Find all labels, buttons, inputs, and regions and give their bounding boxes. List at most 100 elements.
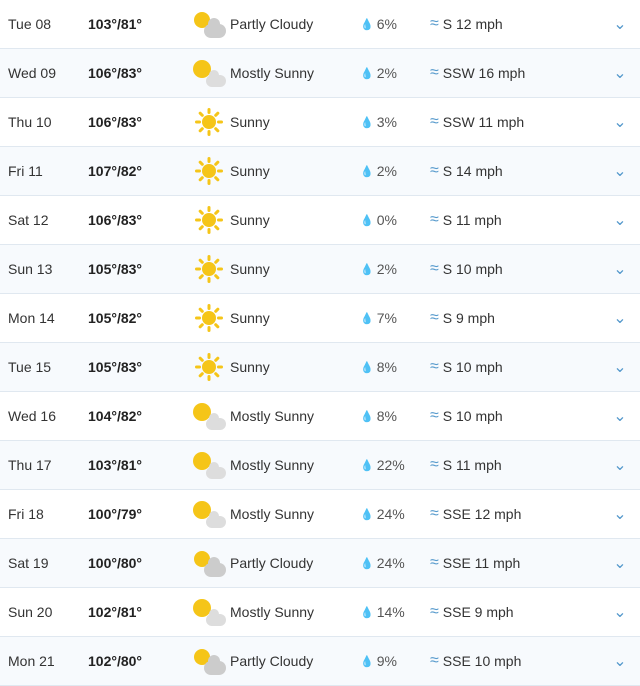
expand-chevron[interactable]: ⌄ bbox=[608, 406, 632, 426]
temperature: 105°/83° bbox=[88, 359, 188, 375]
condition-label: Sunny bbox=[230, 261, 360, 277]
weather-icon bbox=[188, 353, 230, 381]
wind-info: ≈S 10 mph bbox=[430, 407, 608, 425]
temperature: 100°/80° bbox=[88, 555, 188, 571]
expand-chevron[interactable]: ⌄ bbox=[608, 651, 632, 671]
weather-icon bbox=[188, 10, 230, 38]
condition-label: Sunny bbox=[230, 212, 360, 228]
expand-chevron[interactable]: ⌄ bbox=[608, 308, 632, 328]
precipitation: 💧9% bbox=[360, 653, 430, 669]
wind-info: ≈S 10 mph bbox=[430, 260, 608, 278]
wind-icon: ≈ bbox=[430, 652, 439, 670]
wind-info: ≈S 14 mph bbox=[430, 162, 608, 180]
wind-icon: ≈ bbox=[430, 603, 439, 621]
weather-row: Sat 19100°/80°Partly Cloudy💧24%≈SSE 11 m… bbox=[0, 539, 640, 588]
date-label: Tue 15 bbox=[8, 359, 88, 375]
date-label: Mon 14 bbox=[8, 310, 88, 326]
temperature: 103°/81° bbox=[88, 16, 188, 32]
wind-info: ≈S 11 mph bbox=[430, 456, 608, 474]
weather-list: Tue 08103°/81°Partly Cloudy💧6%≈S 12 mph⌄… bbox=[0, 0, 640, 686]
weather-row: Wed 16104°/82°Mostly Sunny💧8%≈S 10 mph⌄ bbox=[0, 392, 640, 441]
expand-chevron[interactable]: ⌄ bbox=[608, 112, 632, 132]
temperature: 106°/83° bbox=[88, 65, 188, 81]
weather-icon bbox=[188, 647, 230, 675]
precipitation: 💧2% bbox=[360, 65, 430, 81]
wind-info: ≈S 10 mph bbox=[430, 358, 608, 376]
precipitation: 💧8% bbox=[360, 408, 430, 424]
date-label: Sat 19 bbox=[8, 555, 88, 571]
precipitation: 💧7% bbox=[360, 310, 430, 326]
expand-chevron[interactable]: ⌄ bbox=[608, 14, 632, 34]
expand-chevron[interactable]: ⌄ bbox=[608, 553, 632, 573]
wind-icon: ≈ bbox=[430, 505, 439, 523]
precipitation: 💧0% bbox=[360, 212, 430, 228]
wind-icon: ≈ bbox=[430, 64, 439, 82]
precipitation: 💧2% bbox=[360, 261, 430, 277]
condition-label: Sunny bbox=[230, 163, 360, 179]
date-label: Fri 18 bbox=[8, 506, 88, 522]
weather-row: Tue 08103°/81° Partly Cloudy💧6%≈S 12 mph⌄ bbox=[0, 0, 640, 49]
precipitation: 💧3% bbox=[360, 114, 430, 130]
temperature: 102°/80° bbox=[88, 653, 188, 669]
weather-icon bbox=[188, 304, 230, 332]
weather-row: Tue 15105°/83° Sunny💧8%≈S 10 mph⌄ bbox=[0, 343, 640, 392]
weather-row: Sat 12106°/83°Sunny💧0%≈S 11 mph⌄ bbox=[0, 196, 640, 245]
temperature: 100°/79° bbox=[88, 506, 188, 522]
condition-label: Sunny bbox=[230, 359, 360, 375]
date-label: Wed 16 bbox=[8, 408, 88, 424]
weather-row: Mon 14105°/82°Sunny💧7%≈S 9 mph⌄ bbox=[0, 294, 640, 343]
precipitation: 💧2% bbox=[360, 163, 430, 179]
date-label: Sat 12 bbox=[8, 212, 88, 228]
condition-label: Mostly Sunny bbox=[230, 506, 360, 522]
wind-icon: ≈ bbox=[430, 554, 439, 572]
wind-icon: ≈ bbox=[430, 260, 439, 278]
date-label: Mon 21 bbox=[8, 653, 88, 669]
wind-info: ≈SSW 16 mph bbox=[430, 64, 608, 82]
date-label: Tue 08 bbox=[8, 16, 88, 32]
wind-icon: ≈ bbox=[430, 113, 439, 131]
weather-icon bbox=[188, 500, 230, 528]
wind-icon: ≈ bbox=[430, 358, 439, 376]
weather-row: Sun 20102°/81°Mostly Sunny💧14%≈SSE 9 mph… bbox=[0, 588, 640, 637]
weather-icon bbox=[188, 402, 230, 430]
date-label: Sun 20 bbox=[8, 604, 88, 620]
date-label: Fri 11 bbox=[8, 163, 88, 179]
precipitation: 💧6% bbox=[360, 16, 430, 32]
condition-label: Sunny bbox=[230, 310, 360, 326]
wind-icon: ≈ bbox=[430, 407, 439, 425]
weather-icon bbox=[188, 206, 230, 234]
wind-info: ≈S 11 mph bbox=[430, 211, 608, 229]
wind-icon: ≈ bbox=[430, 456, 439, 474]
expand-chevron[interactable]: ⌄ bbox=[608, 602, 632, 622]
expand-chevron[interactable]: ⌄ bbox=[608, 455, 632, 475]
precipitation: 💧22% bbox=[360, 457, 430, 473]
weather-row: Fri 11107°/82°Sunny💧2%≈S 14 mph⌄ bbox=[0, 147, 640, 196]
expand-chevron[interactable]: ⌄ bbox=[608, 63, 632, 83]
wind-icon: ≈ bbox=[430, 162, 439, 180]
weather-icon bbox=[188, 157, 230, 185]
expand-chevron[interactable]: ⌄ bbox=[608, 259, 632, 279]
expand-chevron[interactable]: ⌄ bbox=[608, 210, 632, 230]
wind-info: ≈SSE 9 mph bbox=[430, 603, 608, 621]
weather-row: Thu 10106°/83°Sunny💧3%≈SSW 11 mph⌄ bbox=[0, 98, 640, 147]
precipitation: 💧24% bbox=[360, 506, 430, 522]
wind-info: ≈SSW 11 mph bbox=[430, 113, 608, 131]
expand-chevron[interactable]: ⌄ bbox=[608, 161, 632, 181]
weather-icon bbox=[188, 451, 230, 479]
condition-label: Partly Cloudy bbox=[230, 653, 360, 669]
condition-label: Sunny bbox=[230, 114, 360, 130]
condition-label: Mostly Sunny bbox=[230, 408, 360, 424]
expand-chevron[interactable]: ⌄ bbox=[608, 357, 632, 377]
expand-chevron[interactable]: ⌄ bbox=[608, 504, 632, 524]
date-label: Thu 10 bbox=[8, 114, 88, 130]
weather-icon bbox=[188, 108, 230, 136]
weather-row: Wed 09106°/83°Mostly Sunny💧2%≈SSW 16 mph… bbox=[0, 49, 640, 98]
precipitation: 💧8% bbox=[360, 359, 430, 375]
condition-label: Mostly Sunny bbox=[230, 457, 360, 473]
wind-icon: ≈ bbox=[430, 309, 439, 327]
temperature: 103°/81° bbox=[88, 457, 188, 473]
weather-row: Sun 13105°/83°Sunny💧2%≈S 10 mph⌄ bbox=[0, 245, 640, 294]
wind-icon: ≈ bbox=[430, 211, 439, 229]
condition-label: Partly Cloudy bbox=[230, 16, 360, 32]
wind-info: ≈S 12 mph bbox=[430, 15, 608, 33]
